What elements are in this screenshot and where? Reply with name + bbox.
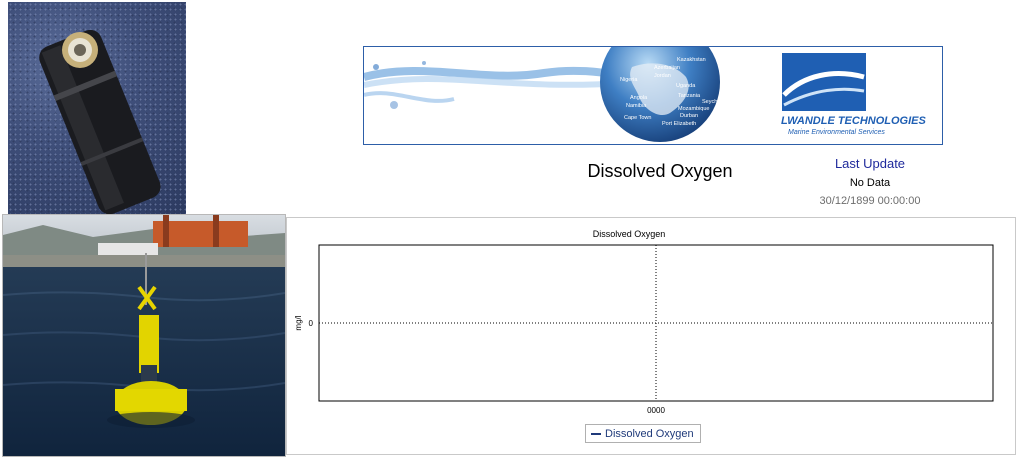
globe-label: Tanzania	[678, 93, 701, 99]
legend-label: Dissolved Oxygen	[605, 427, 694, 440]
last-update-value: No Data	[849, 177, 891, 189]
legend-swatch	[591, 432, 601, 435]
globe-label: Kazakhstan	[677, 57, 706, 63]
globe-label: Durban	[680, 113, 698, 119]
chart-legend: Dissolved Oxygen	[585, 424, 701, 443]
chart-panel: Dissolved Oxygen 0 0000 mg/l	[286, 217, 1016, 455]
globe-label: Nigeria	[620, 77, 638, 83]
y-axis-label: mg/l	[294, 315, 303, 330]
globe-label: Seychelles	[702, 99, 729, 105]
globe-label: Port Elizabeth	[662, 121, 696, 127]
globe-label: Azerbaijan	[654, 65, 680, 71]
globe-label: Uganda	[676, 83, 696, 89]
chart-canvas: Dissolved Oxygen 0 0000 mg/l	[294, 229, 994, 415]
sensor-photo	[8, 2, 186, 214]
globe-label: Cape Town	[624, 115, 651, 121]
globe-label: Angola	[630, 95, 648, 101]
y-tick-label: 0	[309, 319, 314, 328]
chart-title: Dissolved Oxygen	[593, 229, 666, 239]
last-update-label: Last Update	[834, 156, 906, 171]
x-tick-label: 0000	[647, 406, 665, 415]
globe-label: Mozambique	[678, 106, 710, 112]
page-title: Dissolved Oxygen	[587, 161, 733, 181]
globe-label: Jordan	[654, 73, 671, 79]
banner-brand-name: LWANDLE TECHNOLOGIES	[781, 115, 927, 127]
company-banner: LWANDLE TECHNOLOGIES Marine Environmenta…	[363, 46, 943, 145]
last-update-time: 30/12/1899 00:00:00	[819, 195, 921, 207]
buoy-photo	[2, 214, 286, 457]
banner-brand-tagline: Marine Environmental Services	[788, 129, 885, 136]
globe-label: Namibia	[626, 103, 647, 109]
